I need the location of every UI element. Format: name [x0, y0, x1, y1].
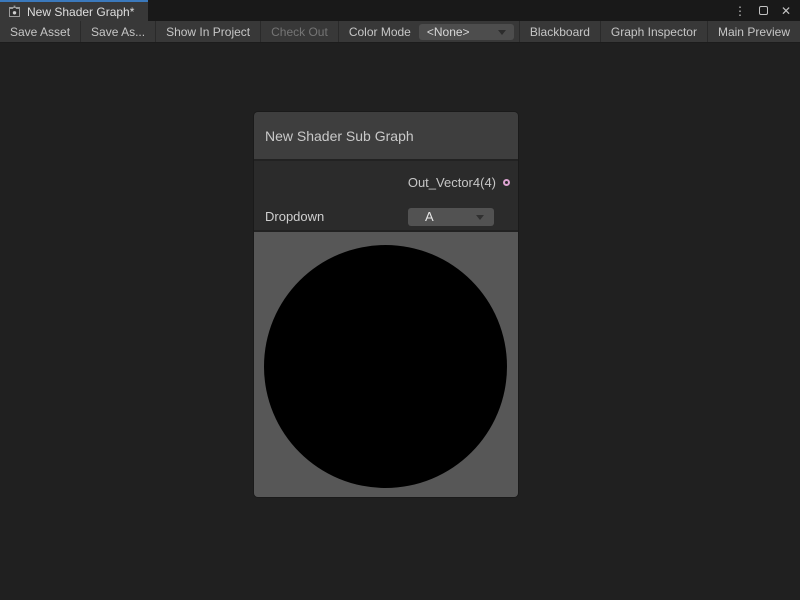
- color-mode-label: Color Mode: [339, 21, 419, 42]
- node-preview-area[interactable]: [254, 232, 518, 497]
- close-icon[interactable]: ✕: [781, 5, 791, 17]
- preview-sphere: [264, 245, 507, 488]
- graph-inspector-toggle-button[interactable]: Graph Inspector: [600, 21, 707, 42]
- chevron-down-icon: [498, 30, 506, 35]
- show-in-project-button[interactable]: Show In Project: [156, 21, 261, 42]
- node-title-bar[interactable]: New Shader Sub Graph: [254, 112, 518, 159]
- save-asset-button[interactable]: Save Asset: [0, 21, 81, 42]
- check-out-button: Check Out: [261, 21, 339, 42]
- node-dropdown-row: Dropdown A: [254, 203, 518, 230]
- maximize-icon[interactable]: [759, 6, 768, 15]
- sub-graph-node[interactable]: New Shader Sub Graph Out_Vector4(4) Drop…: [254, 112, 518, 497]
- save-as-button[interactable]: Save As...: [81, 21, 156, 42]
- chevron-down-icon: [476, 215, 484, 220]
- tab-title: New Shader Graph*: [27, 5, 134, 19]
- color-mode-selected-value: <None>: [427, 25, 470, 39]
- graph-canvas[interactable]: New Shader Sub Graph Out_Vector4(4) Drop…: [0, 44, 800, 600]
- dropdown-value-selector[interactable]: A: [408, 208, 494, 226]
- window-controls: ⋮ ✕: [734, 0, 800, 21]
- shader-graph-toolbar: Save Asset Save As... Show In Project Ch…: [0, 21, 800, 43]
- blackboard-toggle-button[interactable]: Blackboard: [519, 21, 600, 42]
- node-output-row: Out_Vector4(4): [254, 161, 518, 203]
- more-options-icon[interactable]: ⋮: [734, 5, 746, 17]
- vector4-output-port[interactable]: [503, 179, 510, 186]
- tab-bar-spacer: [148, 0, 734, 21]
- color-mode-dropdown[interactable]: <None>: [419, 24, 514, 40]
- window-tab-bar: New Shader Graph* ⋮ ✕: [0, 0, 800, 21]
- output-port-label: Out_Vector4(4): [408, 175, 496, 190]
- shader-graph-asset-icon: [8, 5, 21, 18]
- node-title: New Shader Sub Graph: [265, 128, 414, 144]
- dropdown-selected-value: A: [425, 209, 434, 224]
- dropdown-property-label: Dropdown: [265, 209, 324, 224]
- tab-new-shader-graph[interactable]: New Shader Graph*: [0, 0, 148, 21]
- main-preview-toggle-button[interactable]: Main Preview: [707, 21, 800, 42]
